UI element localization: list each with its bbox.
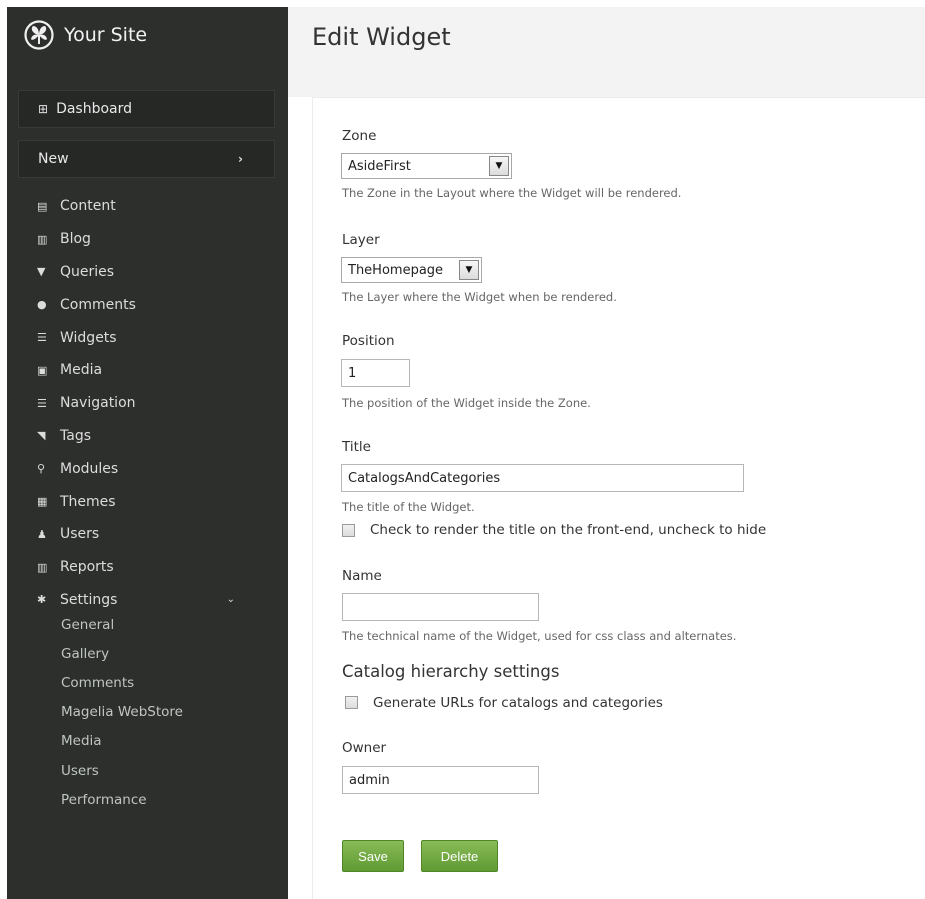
render-title-checkbox-label: Check to render the title on the front-e…: [370, 522, 767, 538]
layer-hint: The Layer where the Widget when be rende…: [342, 290, 617, 304]
sidebar-item-label: Users: [60, 526, 100, 543]
sidebar-item-dashboard[interactable]: ⊞ Dashboard: [18, 90, 275, 128]
title-label: Title: [342, 439, 371, 455]
position-input[interactable]: 1: [341, 359, 410, 387]
dropdown-arrow-icon: ▼: [489, 156, 509, 176]
subnav-item-performance[interactable]: Performance: [7, 785, 288, 814]
gear-icon: ✱: [37, 593, 47, 607]
sidebar-nav: ▤ Content ▥ Blog ▼ Queries ● Comments ☰ Widge…: [7, 190, 288, 616]
sidebar-item-label: Modules: [60, 460, 119, 477]
sidebar-item-label: New: [38, 151, 69, 167]
zone-select[interactable]: AsideFirst ▼: [341, 153, 512, 179]
sidebar-item-label: Tags: [60, 427, 91, 444]
sidebar-item-navigation[interactable]: ☰ Navigation: [7, 387, 288, 420]
layer-label: Layer: [342, 232, 380, 248]
tag-icon: ◥: [37, 429, 46, 443]
sidebar-item-widgets[interactable]: ☰ Widgets: [7, 321, 288, 354]
sidebar-item-content[interactable]: ▤ Content: [7, 190, 288, 223]
sidebar-item-label: Blog: [60, 231, 91, 248]
name-input[interactable]: [342, 593, 539, 621]
position-label: Position: [342, 333, 395, 349]
chevron-right-icon: ›: [238, 152, 243, 166]
sidebar-item-tags[interactable]: ◥ Tags: [7, 420, 288, 453]
catalog-section-title: Catalog hierarchy settings: [342, 662, 560, 681]
brand[interactable]: Your Site: [24, 17, 147, 53]
layer-select[interactable]: TheHomepage ▼: [341, 257, 482, 283]
sidebar-item-label: Dashboard: [56, 101, 133, 117]
sidebar-item-modules[interactable]: ⚲ Modules: [7, 452, 288, 485]
owner-input[interactable]: admin: [342, 766, 539, 794]
brand-name: Your Site: [64, 24, 148, 46]
zone-label: Zone: [342, 128, 377, 144]
sidebar-item-label: Reports: [60, 559, 114, 576]
modules-icon: ⚲: [37, 462, 46, 476]
zone-hint: The Zone in the Layout where the Widget …: [342, 186, 682, 200]
title-input[interactable]: CatalogsAndCategories: [341, 464, 744, 492]
sidebar-item-label: Comments: [60, 296, 136, 313]
sidebar-item-label: Themes: [60, 493, 116, 510]
media-icon: ▣: [37, 363, 48, 377]
filter-icon: ▼: [37, 265, 46, 279]
subnav-item-users[interactable]: Users: [7, 756, 288, 785]
sidebar-item-media[interactable]: ▣ Media: [7, 354, 288, 387]
page-header: Edit Widget: [288, 7, 925, 97]
sidebar-item-blog[interactable]: ▥ Blog: [7, 223, 288, 256]
sidebar-item-label: Settings: [60, 591, 118, 608]
render-title-checkbox[interactable]: [342, 524, 355, 537]
sidebar-item-users[interactable]: ♟ Users: [7, 518, 288, 551]
sidebar-item-label: Widgets: [60, 329, 117, 346]
reports-icon: ▥: [37, 560, 48, 574]
blog-icon: ▥: [37, 232, 48, 246]
position-hint: The position of the Widget inside the Zo…: [342, 396, 591, 410]
widgets-icon: ☰: [37, 331, 47, 345]
sidebar-item-queries[interactable]: ▼ Queries: [7, 256, 288, 289]
sidebar-item-comments[interactable]: ● Comments: [7, 288, 288, 321]
owner-label: Owner: [342, 740, 387, 756]
delete-button[interactable]: Delete: [421, 840, 498, 872]
subnav-item-comments[interactable]: Comments: [7, 668, 288, 697]
generate-urls-checkbox[interactable]: [345, 696, 358, 709]
subnav-item-general[interactable]: General: [7, 610, 288, 639]
settings-subnav: General Gallery Comments Magelia WebStor…: [7, 610, 288, 814]
chevron-down-icon: ⌄: [226, 594, 235, 606]
subnav-item-gallery[interactable]: Gallery: [7, 639, 288, 668]
content-icon: ▤: [37, 199, 48, 213]
sidebar-item-reports[interactable]: ▥ Reports: [7, 551, 288, 584]
sidebar-item-label: Navigation: [60, 395, 136, 412]
sidebar-item-themes[interactable]: ▦ Themes: [7, 485, 288, 518]
sidebar-item-label: Queries: [60, 263, 115, 280]
user-icon: ♟: [37, 527, 47, 541]
save-button[interactable]: Save: [342, 840, 404, 872]
comment-icon: ●: [37, 298, 47, 312]
generate-urls-checkbox-label: Generate URLs for catalogs and categorie…: [373, 695, 663, 711]
title-hint: The title of the Widget.: [342, 500, 475, 514]
layer-select-value: TheHomepage: [348, 262, 444, 278]
subnav-item-magelia-webstore[interactable]: Magelia WebStore: [7, 698, 288, 727]
subnav-item-media[interactable]: Media: [7, 727, 288, 756]
orchard-logo-icon: [24, 20, 54, 50]
name-hint: The technical name of the Widget, used f…: [342, 629, 737, 643]
page-title: Edit Widget: [312, 23, 451, 51]
sidebar-item-label: Media: [60, 362, 103, 379]
dropdown-arrow-icon: ▼: [459, 260, 479, 280]
name-label: Name: [342, 568, 382, 584]
dashboard-icon: ⊞: [38, 102, 49, 116]
zone-select-value: AsideFirst: [348, 158, 411, 174]
navigation-icon: ☰: [37, 396, 47, 410]
sidebar-item-label: Content: [60, 198, 116, 215]
themes-icon: ▦: [37, 495, 48, 509]
sidebar-item-new[interactable]: New ›: [18, 140, 275, 178]
